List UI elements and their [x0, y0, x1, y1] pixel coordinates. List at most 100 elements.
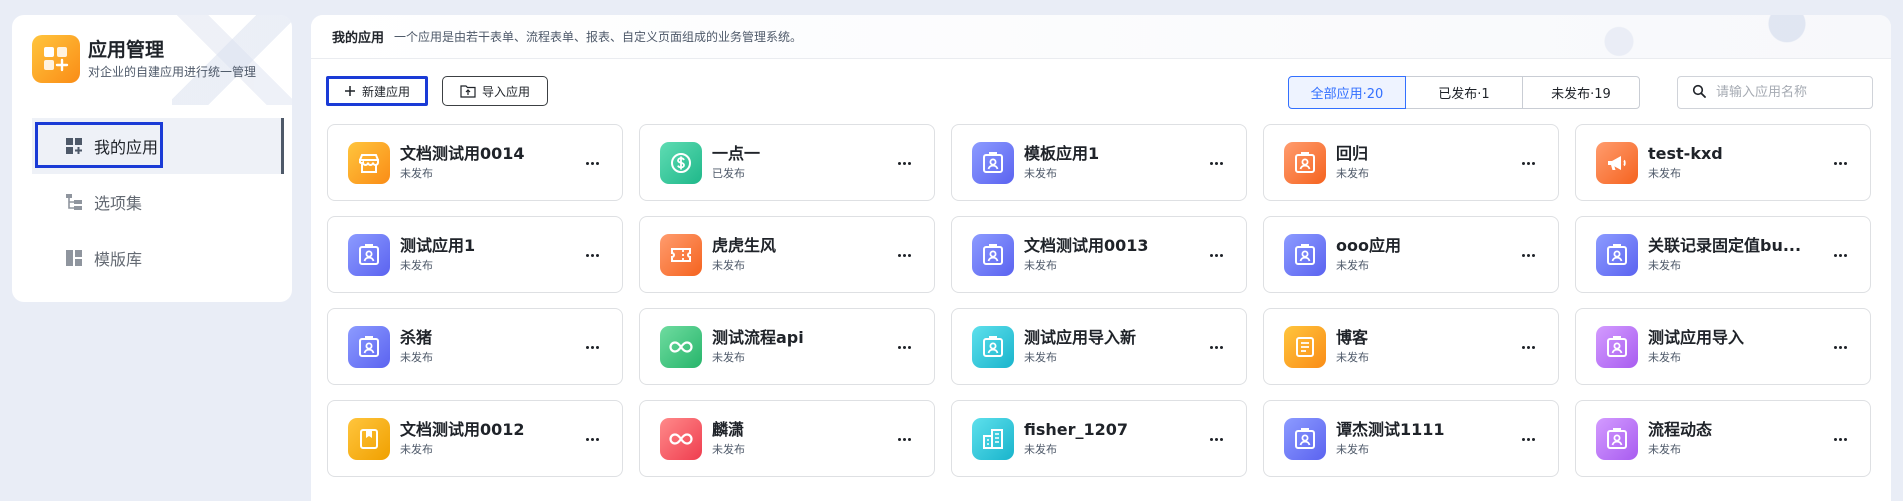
import-app-label: 导入应用	[481, 84, 530, 99]
more-options-icon[interactable]	[1518, 245, 1538, 265]
sidebar-item-label: 我的应用	[94, 138, 159, 157]
app-status: 已发布	[712, 166, 745, 180]
app-card[interactable]: 文档测试用0014 未发布	[327, 124, 623, 201]
app-card[interactable]: 麟潇 未发布	[639, 400, 935, 477]
brand: 应用管理 对企业的自建应用进行统一管理	[32, 35, 256, 83]
tab-published[interactable]: 已发布·1	[1405, 76, 1523, 109]
app-status: 未发布	[1024, 166, 1057, 180]
app-name: test-kxd	[1648, 143, 1723, 163]
app-name: 测试应用1	[400, 235, 476, 255]
tab-unpublished[interactable]: 未发布·19	[1522, 76, 1640, 109]
more-options-icon[interactable]	[582, 429, 602, 449]
badge-icon	[972, 141, 1014, 184]
app-name: 文档测试用0013	[1024, 235, 1149, 255]
main-panel: 我的应用 一个应用是由若干表单、流程表单、报表、自定义页面组成的业务管理系统。 …	[311, 15, 1891, 501]
more-options-icon[interactable]	[1518, 153, 1538, 173]
app-name: 麟潇	[712, 419, 745, 439]
app-name: 测试流程api	[712, 327, 804, 347]
sidebar-item-my-apps[interactable]: 我的应用	[32, 118, 284, 174]
more-options-icon[interactable]	[1830, 429, 1850, 449]
building-icon	[972, 417, 1014, 460]
app-name: 测试应用导入新	[1024, 327, 1137, 347]
app-name: 模板应用1	[1024, 143, 1100, 163]
app-card[interactable]: 博客 未发布	[1263, 308, 1559, 385]
more-options-icon[interactable]	[894, 153, 914, 173]
app-card[interactable]: 关联记录固定值bu... 未发布	[1575, 216, 1871, 293]
more-options-icon[interactable]	[894, 245, 914, 265]
sidebar-title: 应用管理	[88, 39, 165, 61]
app-card[interactable]: 文档测试用0013 未发布	[951, 216, 1247, 293]
badge-icon	[1596, 233, 1638, 276]
more-options-icon[interactable]	[894, 429, 914, 449]
header-decoration	[1451, 15, 1871, 59]
badge-icon	[1284, 141, 1326, 184]
app-card[interactable]: 文档测试用0012 未发布	[327, 400, 623, 477]
app-card[interactable]: 杀猪 未发布	[327, 308, 623, 385]
app-card[interactable]: 测试应用1 未发布	[327, 216, 623, 293]
app-name: ooo应用	[1336, 235, 1401, 255]
more-options-icon[interactable]	[1206, 153, 1226, 173]
sidebar-item-label: 模版库	[94, 250, 143, 269]
app-status: 未发布	[1336, 258, 1369, 272]
app-status: 未发布	[400, 258, 433, 272]
more-options-icon[interactable]	[1518, 429, 1538, 449]
import-app-button[interactable]: 导入应用	[442, 76, 548, 106]
app-card[interactable]: 测试应用导入 未发布	[1575, 308, 1871, 385]
badge-icon	[348, 233, 390, 276]
app-card[interactable]: 测试流程api 未发布	[639, 308, 935, 385]
tab-all-apps[interactable]: 全部应用·20	[1288, 76, 1406, 109]
app-card[interactable]: 模板应用1 未发布	[951, 124, 1247, 201]
app-card[interactable]: ooo应用未发布	[1263, 216, 1559, 293]
search-icon	[1692, 83, 1706, 102]
app-card[interactable]: 流程动态 未发布	[1575, 400, 1871, 477]
badge-icon	[1284, 417, 1326, 460]
document-icon	[1284, 325, 1326, 368]
app-card[interactable]: 测试应用导入新 未发布	[951, 308, 1247, 385]
app-status: 未发布	[1648, 350, 1681, 364]
app-name: 谭杰测试1111	[1336, 419, 1445, 439]
import-folder-icon	[460, 84, 476, 98]
badge-icon	[1284, 233, 1326, 276]
sidebar-subtitle: 对企业的自建应用进行统一管理	[88, 65, 257, 79]
more-options-icon[interactable]	[1830, 337, 1850, 357]
new-app-button[interactable]: 新建应用	[326, 76, 428, 106]
app-status: 未发布	[400, 442, 433, 456]
app-card[interactable]: 谭杰测试1111 未发布	[1263, 400, 1559, 477]
more-options-icon[interactable]	[1830, 245, 1850, 265]
app-status: 未发布	[1648, 258, 1681, 272]
app-status: 未发布	[712, 350, 745, 364]
app-name: 关联记录固定值bu...	[1648, 235, 1802, 255]
store-icon	[348, 141, 390, 184]
app-status: 未发布	[1648, 442, 1681, 456]
more-options-icon[interactable]	[1206, 429, 1226, 449]
app-card[interactable]: fisher_1207 未发布	[951, 400, 1247, 477]
app-name: 回归	[1336, 143, 1369, 163]
more-options-icon[interactable]	[1518, 337, 1538, 357]
infinity-icon	[660, 417, 702, 460]
app-card[interactable]: test-kxd 未发布	[1575, 124, 1871, 201]
more-options-icon[interactable]	[894, 337, 914, 357]
search-input[interactable]	[1716, 85, 1866, 100]
more-options-icon[interactable]	[582, 153, 602, 173]
app-status: 未发布	[1336, 350, 1369, 364]
app-grid: 文档测试用0014 未发布 一点一 已发布 模板应用1 未发布 回归 未发布 test-kxd 未…	[327, 124, 1871, 477]
bookmark-icon	[348, 417, 390, 460]
sidebar: 应用管理 对企业的自建应用进行统一管理 我的应用 选项集 模版库	[12, 15, 292, 302]
app-card[interactable]: 虎虎生风 未发布	[639, 216, 935, 293]
more-options-icon[interactable]	[1830, 153, 1850, 173]
new-app-label: 新建应用	[361, 84, 410, 99]
app-card[interactable]: 回归 未发布	[1263, 124, 1559, 201]
more-options-icon[interactable]	[1206, 337, 1226, 357]
ticket-icon	[660, 233, 702, 276]
app-card[interactable]: 一点一 已发布	[639, 124, 935, 201]
tree-list-icon	[64, 192, 84, 212]
sidebar-item-option-sets[interactable]: 选项集	[32, 174, 284, 230]
more-options-icon[interactable]	[582, 245, 602, 265]
more-options-icon[interactable]	[582, 337, 602, 357]
app-name: 测试应用导入	[1648, 327, 1745, 347]
sidebar-item-templates[interactable]: 模版库	[32, 230, 284, 286]
app-status: 未发布	[400, 350, 433, 364]
more-options-icon[interactable]	[1206, 245, 1226, 265]
badge-icon	[972, 325, 1014, 368]
template-icon	[64, 248, 84, 268]
